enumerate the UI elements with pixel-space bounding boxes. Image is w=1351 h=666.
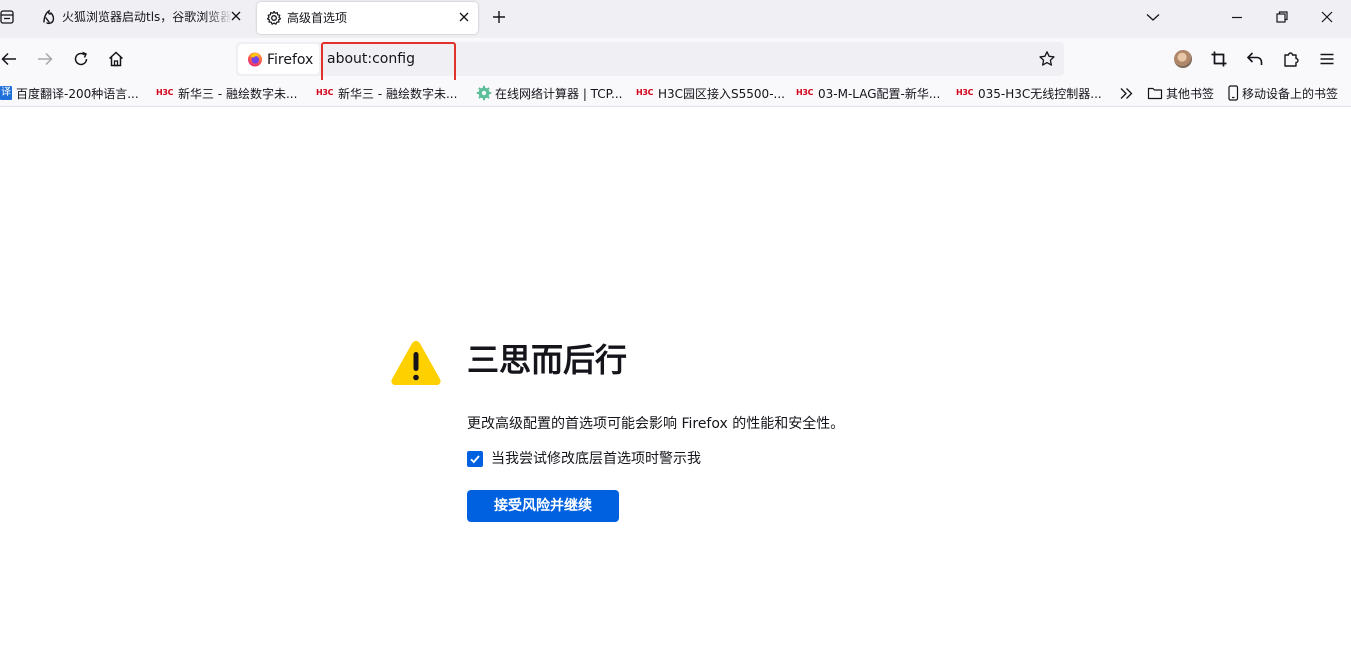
- page-title: 三思而后行: [467, 341, 628, 379]
- close-icon[interactable]: [458, 11, 470, 23]
- bookmark-item[interactable]: H3C 035-H3C无线控制器...: [956, 85, 1102, 101]
- identity-label: Firefox: [267, 52, 314, 68]
- folder-icon: [1147, 87, 1163, 100]
- translate-icon: 译: [0, 86, 12, 100]
- forward-arrow-icon[interactable]: [36, 50, 54, 68]
- reload-icon[interactable]: [72, 50, 90, 68]
- bookmark-item[interactable]: 译 百度翻译-200种语言...: [0, 85, 139, 101]
- url-input[interactable]: [325, 46, 925, 72]
- warn-checkbox[interactable]: [467, 451, 483, 467]
- warn-checkbox-row[interactable]: 当我尝试修改底层首选项时警示我: [467, 449, 701, 469]
- fox-app-icon: [43, 9, 55, 25]
- bookmark-folder-mobile[interactable]: 移动设备上的书签: [1226, 85, 1338, 101]
- nav-bar: Firefox: [0, 38, 1351, 88]
- tab-inactive[interactable]: 火狐浏览器启动tls，谷歌浏览器: [32, 0, 250, 34]
- gear-green-icon: [476, 85, 492, 101]
- account-avatar[interactable]: [1174, 50, 1192, 68]
- bookmark-label: 03-M-LAG配置-新华...: [818, 86, 941, 101]
- bookmark-item[interactable]: H3C 新华三 - 融绘数字未...: [156, 85, 297, 101]
- extensions-puzzle-icon[interactable]: [1282, 50, 1300, 68]
- gear-icon: [266, 10, 282, 25]
- restore-icon[interactable]: [1275, 10, 1289, 24]
- new-tab-icon[interactable]: [491, 9, 507, 25]
- crop-screenshot-icon[interactable]: [1210, 50, 1228, 68]
- bookmark-label: 其他书签: [1166, 86, 1215, 101]
- home-icon[interactable]: [107, 50, 125, 68]
- close-window-icon[interactable]: [1320, 10, 1334, 24]
- bookmark-label: 035-H3C无线控制器...: [978, 86, 1102, 101]
- minimize-icon[interactable]: [1230, 10, 1244, 24]
- h3c-logo-icon: H3C: [636, 88, 654, 97]
- mobile-device-icon: [1228, 85, 1239, 101]
- tab-title: 高级首选项: [287, 11, 348, 25]
- h3c-logo-icon: H3C: [796, 88, 814, 97]
- bookmark-item[interactable]: H3C H3C园区接入S5500-...: [636, 85, 785, 101]
- h3c-logo-icon: H3C: [956, 88, 974, 97]
- bookmark-folder-other[interactable]: 其他书签: [1147, 85, 1214, 101]
- warning-description: 更改高级配置的首选项可能会影响 Firefox 的性能和安全性。: [467, 416, 845, 432]
- bookmark-label: 新华三 - 融绘数字未...: [178, 86, 298, 101]
- bookmark-item[interactable]: H3C 03-M-LAG配置-新华...: [796, 85, 940, 101]
- accept-risk-button[interactable]: 接受风险并继续: [467, 490, 619, 522]
- bookmark-item[interactable]: 在线网络计算器 | TCP...: [476, 85, 623, 101]
- undo-arrow-icon[interactable]: [1246, 50, 1264, 68]
- bookmark-label: 移动设备上的书签: [1242, 86, 1339, 101]
- bookmark-label: 在线网络计算器 | TCP...: [495, 86, 623, 101]
- bookmark-label: 百度翻译-200种语言...: [16, 86, 139, 101]
- bookmark-label: 新华三 - 融绘数字未...: [338, 86, 458, 101]
- close-icon[interactable]: [230, 10, 242, 22]
- firefox-logo-icon: [248, 52, 262, 67]
- h3c-logo-icon: H3C: [316, 88, 334, 97]
- back-arrow-icon[interactable]: [0, 50, 18, 68]
- checkmark-icon: [470, 455, 480, 464]
- tab-strip: 火狐浏览器启动tls，谷歌浏览器 高级首选项: [0, 0, 1351, 38]
- identity-box[interactable]: Firefox: [238, 44, 319, 74]
- hamburger-menu-icon[interactable]: [1318, 50, 1336, 68]
- chevron-down-icon[interactable]: [1146, 10, 1160, 24]
- bookmark-star-icon[interactable]: [1038, 50, 1056, 68]
- checkbox-label: 当我尝试修改底层首选项时警示我: [491, 451, 701, 467]
- url-bar[interactable]: Firefox: [236, 42, 1064, 88]
- tab-title: 火狐浏览器启动tls，谷歌浏览器: [62, 10, 232, 24]
- chevron-double-right-icon[interactable]: [1119, 86, 1134, 101]
- h3c-logo-icon: H3C: [156, 88, 174, 97]
- tab-active[interactable]: 高级首选项: [257, 2, 478, 34]
- bookmarks-toolbar: 译 百度翻译-200种语言... H3C 新华三 - 融绘数字未... H3C …: [0, 80, 1351, 107]
- warning-icon: [391, 341, 441, 385]
- tab-list-icon[interactable]: [0, 9, 14, 25]
- bookmark-label: H3C园区接入S5500-...: [658, 86, 785, 101]
- bookmark-item[interactable]: H3C 新华三 - 融绘数字未...: [316, 85, 457, 101]
